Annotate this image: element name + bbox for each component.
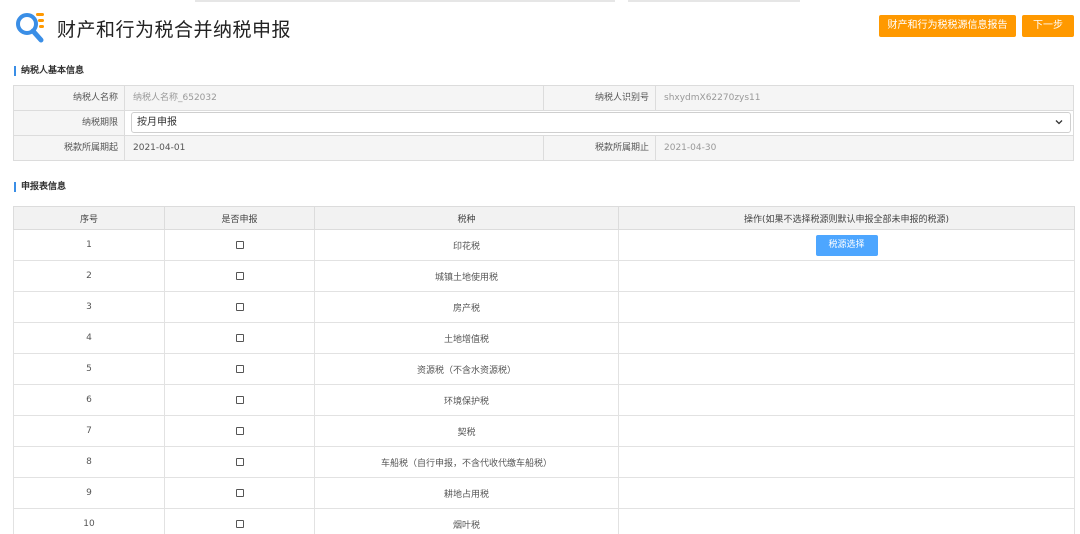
tax-type: 耕地占用税 <box>314 477 619 509</box>
next-step-button[interactable]: 下一步 <box>1022 15 1074 37</box>
table-row: 5 资源税（不含水资源税） <box>13 353 1075 385</box>
period-end-value: 2021-04-30 <box>656 136 1073 160</box>
taxpayer-id-label: 纳税人识别号 <box>544 86 656 110</box>
operation-cell <box>618 291 1075 323</box>
tax-type: 印花税 <box>314 229 619 261</box>
taxpayer-section-title: 纳税人基本信息 <box>14 66 84 76</box>
row-no: 7 <box>13 415 165 447</box>
row-no: 5 <box>13 353 165 385</box>
col-header-declare: 是否申报 <box>164 206 315 230</box>
table-row: 4 土地增值税 <box>13 322 1075 354</box>
period-start-label: 税款所属期起 <box>14 136 125 160</box>
period-start-value: 2021-04-01 <box>125 136 544 160</box>
tax-type: 车船税（自行申报，不含代收代缴车船税） <box>314 446 619 478</box>
operation-cell <box>618 384 1075 416</box>
tax-type: 房产税 <box>314 291 619 323</box>
declare-checkbox[interactable] <box>235 519 244 528</box>
operation-cell <box>618 322 1075 354</box>
tax-type: 契税 <box>314 415 619 447</box>
taxpayer-row-dates: 税款所属期起 2021-04-01 税款所属期止 2021-04-30 <box>14 136 1073 161</box>
table-row: 6 环境保护税 <box>13 384 1075 416</box>
col-header-no: 序号 <box>13 206 165 230</box>
row-no: 1 <box>13 229 165 261</box>
tax-type: 环境保护税 <box>314 384 619 416</box>
tax-type: 资源税（不含水资源税） <box>314 353 619 385</box>
taxpayer-id-value: shxydmX62270zys11 <box>656 86 1073 110</box>
table-row: 7 契税 <box>13 415 1075 447</box>
declare-checkbox[interactable] <box>235 271 244 280</box>
declare-checkbox[interactable] <box>235 333 244 342</box>
declare-checkbox[interactable] <box>235 488 244 497</box>
declare-checkbox[interactable] <box>235 302 244 311</box>
table-header-row: 序号 是否申报 税种 操作(如果不选择税源则默认申报全部未申报的税源) <box>13 206 1075 230</box>
operation-cell <box>618 415 1075 447</box>
operation-cell <box>618 260 1075 292</box>
top-strip <box>0 0 1080 7</box>
operation-cell <box>618 477 1075 509</box>
declare-checkbox[interactable] <box>235 240 244 249</box>
declare-checkbox[interactable] <box>235 457 244 466</box>
tax-period-label: 纳税期限 <box>14 111 125 135</box>
table-row: 9 耕地占用税 <box>13 477 1075 509</box>
taxpayer-name-value: 纳税人名称_652032 <box>125 86 544 110</box>
declare-checkbox[interactable] <box>235 364 244 373</box>
period-end-label: 税款所属期止 <box>544 136 656 160</box>
tax-type: 城镇土地使用税 <box>314 260 619 292</box>
tab-strip-left <box>195 0 615 2</box>
row-no: 8 <box>13 446 165 478</box>
col-header-operation: 操作(如果不选择税源则默认申报全部未申报的税源) <box>618 206 1075 230</box>
page-header: 财产和行为税合并纳税申报 财产和行为税税源信息报告 下一步 <box>0 7 1080 47</box>
row-no: 2 <box>13 260 165 292</box>
table-row: 1 印花税 税源选择 <box>13 229 1075 261</box>
declare-checkbox[interactable] <box>235 426 244 435</box>
tax-type: 烟叶税 <box>314 508 619 534</box>
taxpayer-row-period: 纳税期限 按月申报 <box>14 111 1073 136</box>
search-list-logo-icon <box>16 13 44 43</box>
table-row: 10 烟叶税 <box>13 508 1075 534</box>
declaration-section-title: 申报表信息 <box>14 182 66 192</box>
taxpayer-name-label: 纳税人名称 <box>14 86 125 110</box>
chevron-down-icon <box>1055 120 1063 125</box>
page-title: 财产和行为税合并纳税申报 <box>57 19 292 41</box>
operation-cell <box>618 353 1075 385</box>
row-no: 6 <box>13 384 165 416</box>
col-header-tax-type: 税种 <box>314 206 619 230</box>
declaration-table: 序号 是否申报 税种 操作(如果不选择税源则默认申报全部未申报的税源) 1 印花… <box>13 206 1075 534</box>
tax-type: 土地增值税 <box>314 322 619 354</box>
row-no: 10 <box>13 508 165 534</box>
taxpayer-info-form: 纳税人名称 纳税人名称_652032 纳税人识别号 shxydmX62270zy… <box>13 85 1074 161</box>
tax-period-select[interactable]: 按月申报 <box>131 112 1071 133</box>
row-no: 4 <box>13 322 165 354</box>
tax-source-select-button[interactable]: 税源选择 <box>815 234 878 256</box>
tax-period-selected-value: 按月申报 <box>137 117 177 128</box>
operation-cell <box>618 446 1075 478</box>
table-row: 2 城镇土地使用税 <box>13 260 1075 292</box>
row-no: 9 <box>13 477 165 509</box>
table-row: 8 车船税（自行申报，不含代收代缴车船税） <box>13 446 1075 478</box>
table-row: 3 房产税 <box>13 291 1075 323</box>
operation-cell <box>618 508 1075 534</box>
tab-strip-right <box>628 0 800 2</box>
taxpayer-row-name: 纳税人名称 纳税人名称_652032 纳税人识别号 shxydmX62270zy… <box>14 86 1073 111</box>
declare-checkbox[interactable] <box>235 395 244 404</box>
row-no: 3 <box>13 291 165 323</box>
tax-source-report-button[interactable]: 财产和行为税税源信息报告 <box>879 15 1016 37</box>
